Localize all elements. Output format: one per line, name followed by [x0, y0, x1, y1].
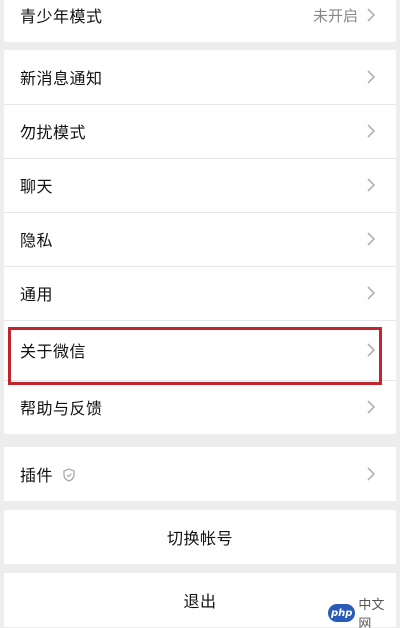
settings-item-plugins[interactable]: 插件	[4, 447, 396, 501]
chevron-right-icon	[366, 286, 376, 300]
settings-item-label: 新消息通知	[20, 69, 103, 88]
shield-icon	[63, 467, 75, 482]
settings-item-youth-mode[interactable]: 青少年模式 未开启	[4, 0, 396, 42]
settings-item-label: 通用	[20, 285, 54, 304]
settings-item-privacy[interactable]: 隐私	[4, 212, 396, 266]
settings-item-label: 聊天	[20, 177, 54, 196]
settings-item-label: 勿扰模式	[20, 123, 87, 142]
settings-item-label: 青少年模式	[20, 7, 103, 26]
settings-item-do-not-disturb[interactable]: 勿扰模式	[4, 104, 396, 158]
settings-item-label: 关于微信	[20, 342, 87, 361]
watermark-text: 中文网	[358, 598, 385, 628]
settings-item-new-message-notification[interactable]: 新消息通知	[4, 50, 396, 104]
logout-label: 退出	[183, 592, 217, 611]
settings-item-about-wechat[interactable]: 关于微信	[4, 320, 396, 380]
chevron-right-icon	[366, 467, 376, 481]
settings-group-youth: 青少年模式 未开启	[4, 0, 396, 42]
youth-mode-status: 未开启	[312, 6, 358, 25]
chevron-right-icon	[366, 8, 376, 22]
settings-item-label: 插件	[20, 466, 54, 485]
settings-item-chat[interactable]: 聊天	[4, 158, 396, 212]
switch-account-label: 切换帐号	[166, 529, 233, 548]
chevron-right-icon	[366, 70, 376, 84]
settings-item-label: 隐私	[20, 231, 54, 250]
settings-page: 青少年模式 未开启 新消息通知 勿扰模式 聊天 隐私 通用 关于微信 帮助与反馈…	[0, 0, 400, 628]
settings-item-help-feedback[interactable]: 帮助与反馈	[4, 380, 396, 434]
chevron-right-icon	[366, 400, 376, 414]
chevron-right-icon	[366, 124, 376, 138]
settings-item-general[interactable]: 通用	[4, 266, 396, 320]
switch-account-group: 切换帐号	[4, 510, 396, 564]
watermark-logo: php	[328, 604, 356, 622]
chevron-right-icon	[366, 178, 376, 192]
settings-group-plugins: 插件	[4, 447, 396, 501]
chevron-right-icon	[366, 232, 376, 246]
watermark: php 中文网	[328, 598, 394, 628]
chevron-right-icon	[366, 343, 376, 357]
settings-group-main: 新消息通知 勿扰模式 聊天 隐私 通用 关于微信 帮助与反馈	[4, 50, 396, 434]
settings-item-label: 帮助与反馈	[20, 399, 103, 418]
switch-account-button[interactable]: 切换帐号	[4, 510, 396, 564]
